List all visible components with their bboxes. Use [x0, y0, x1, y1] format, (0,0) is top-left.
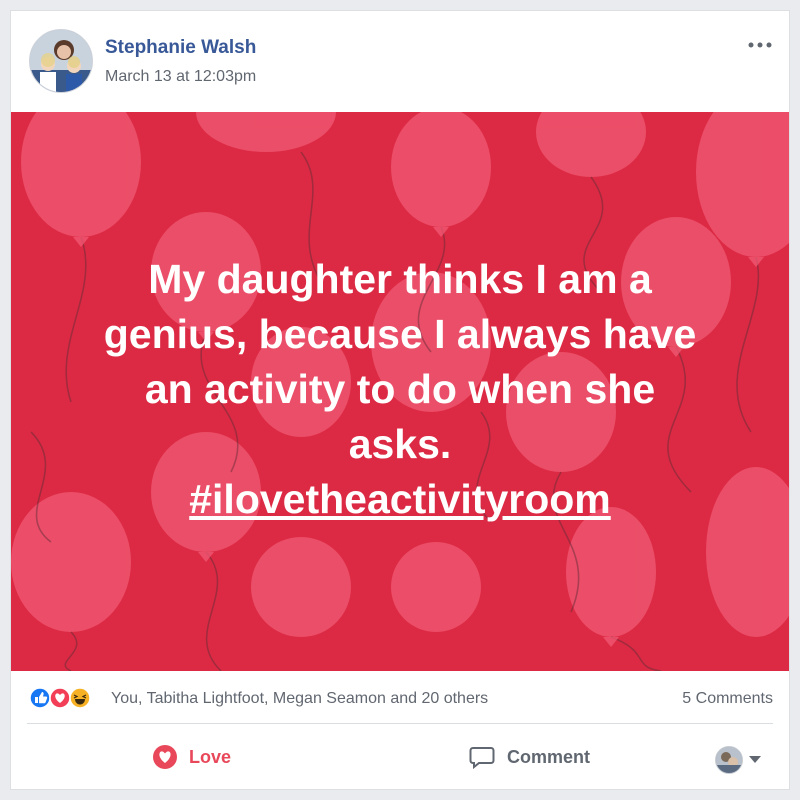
comment-button[interactable]: Comment: [469, 737, 590, 777]
post-text: My daughter thinks I am a genius, becaus…: [41, 252, 759, 527]
post-image[interactable]: My daughter thinks I am a genius, becaus…: [11, 112, 789, 671]
more-options-icon[interactable]: [745, 35, 775, 55]
love-button[interactable]: Love: [153, 737, 231, 777]
post-timestamp[interactable]: March 13 at 12:03pm: [105, 68, 256, 86]
comment-button-label: Comment: [507, 746, 591, 767]
haha-icon: [69, 687, 91, 709]
divider: [27, 723, 773, 724]
author-avatar[interactable]: [29, 29, 93, 93]
post-text-line: an activity to do when she: [144, 366, 656, 412]
reaction-icons[interactable]: [29, 687, 109, 709]
post-text-line: asks.: [348, 421, 452, 467]
hashtag-link[interactable]: #ilovetheactivityroom: [189, 476, 611, 522]
comment-icon: [469, 745, 495, 769]
post-actions: Love Comment: [11, 727, 789, 787]
user-avatar: [715, 746, 743, 774]
post-text-line: genius, because I always have: [103, 311, 697, 357]
heart-icon: [153, 745, 177, 769]
comments-count[interactable]: 5 Comments: [682, 690, 773, 708]
love-icon: [49, 687, 71, 709]
chevron-down-icon: [749, 751, 761, 769]
author-name[interactable]: Stephanie Walsh: [105, 37, 256, 59]
love-button-label: Love: [189, 746, 232, 767]
post-as-selector[interactable]: [715, 746, 761, 774]
like-icon: [29, 687, 51, 709]
reaction-names[interactable]: You, Tabitha Lightfoot, Megan Seamon and…: [111, 690, 488, 708]
post-card: Stephanie Walsh March 13 at 12:03pm My d…: [10, 10, 790, 790]
post-text-line: My daughter thinks I am a: [148, 256, 652, 302]
post-header: Stephanie Walsh March 13 at 12:03pm: [11, 11, 789, 111]
reactions-summary: You, Tabitha Lightfoot, Megan Seamon and…: [11, 677, 789, 717]
